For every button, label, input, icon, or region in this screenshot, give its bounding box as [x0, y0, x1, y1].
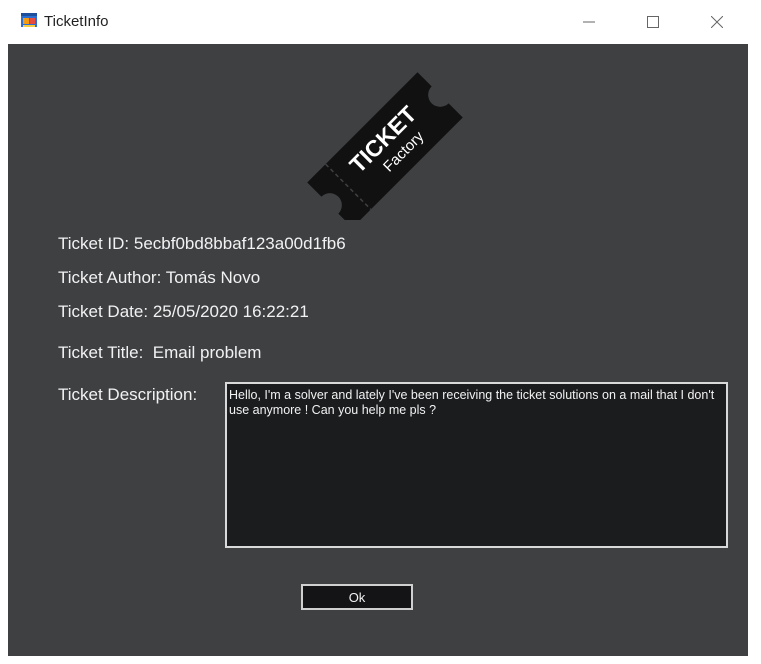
ticket-id-label: Ticket ID: — [58, 234, 130, 253]
ticket-author-label: Ticket Author: — [58, 268, 162, 287]
maximize-icon — [647, 16, 659, 28]
ticket-title-value: Email problem — [152, 343, 262, 362]
ticket-info-panel: TICKET Factory Ticket ID: 5ecbf0bd8bbaf1… — [8, 44, 748, 656]
ticket-author-value: Tomás Novo — [165, 268, 261, 287]
ticket-date-value: 25/05/2020 16:22:21 — [152, 302, 309, 321]
minimize-icon — [583, 21, 595, 23]
ticket-date-label: Ticket Date: — [58, 302, 149, 321]
close-icon — [711, 16, 723, 28]
ticket-description-label: Ticket Description: — [58, 385, 198, 404]
title-bar[interactable]: TicketInfo — [0, 0, 761, 44]
ticket-date-row: Ticket Date: 25/05/2020 16:22:21 — [58, 301, 309, 323]
window-title: TicketInfo — [44, 13, 109, 30]
close-button[interactable] — [694, 0, 740, 44]
minimize-button[interactable] — [566, 0, 612, 44]
ticket-id-row: Ticket ID: 5ecbf0bd8bbaf123a00d1fb6 — [58, 233, 346, 255]
ticket-title-label: Ticket Title: — [58, 343, 144, 362]
ticket-factory-logo: TICKET Factory — [307, 72, 463, 220]
ok-button[interactable]: Ok — [301, 584, 413, 610]
ticket-author-row: Ticket Author: Tomás Novo — [58, 267, 260, 289]
ticketinfo-app-icon[interactable] — [20, 12, 38, 30]
ticketinfo-window: TicketInfo TICKET Factory Ticket ID: 5ec… — [0, 0, 761, 664]
ticket-title-row: Ticket Title: Email problem — [58, 342, 261, 364]
ok-button-label: Ok — [348, 589, 366, 605]
maximize-button[interactable] — [630, 0, 676, 44]
ticket-id-value: 5ecbf0bd8bbaf123a00d1fb6 — [133, 234, 346, 253]
ticket-description-textbox[interactable]: Hello, I'm a solver and lately I've been… — [225, 382, 728, 548]
